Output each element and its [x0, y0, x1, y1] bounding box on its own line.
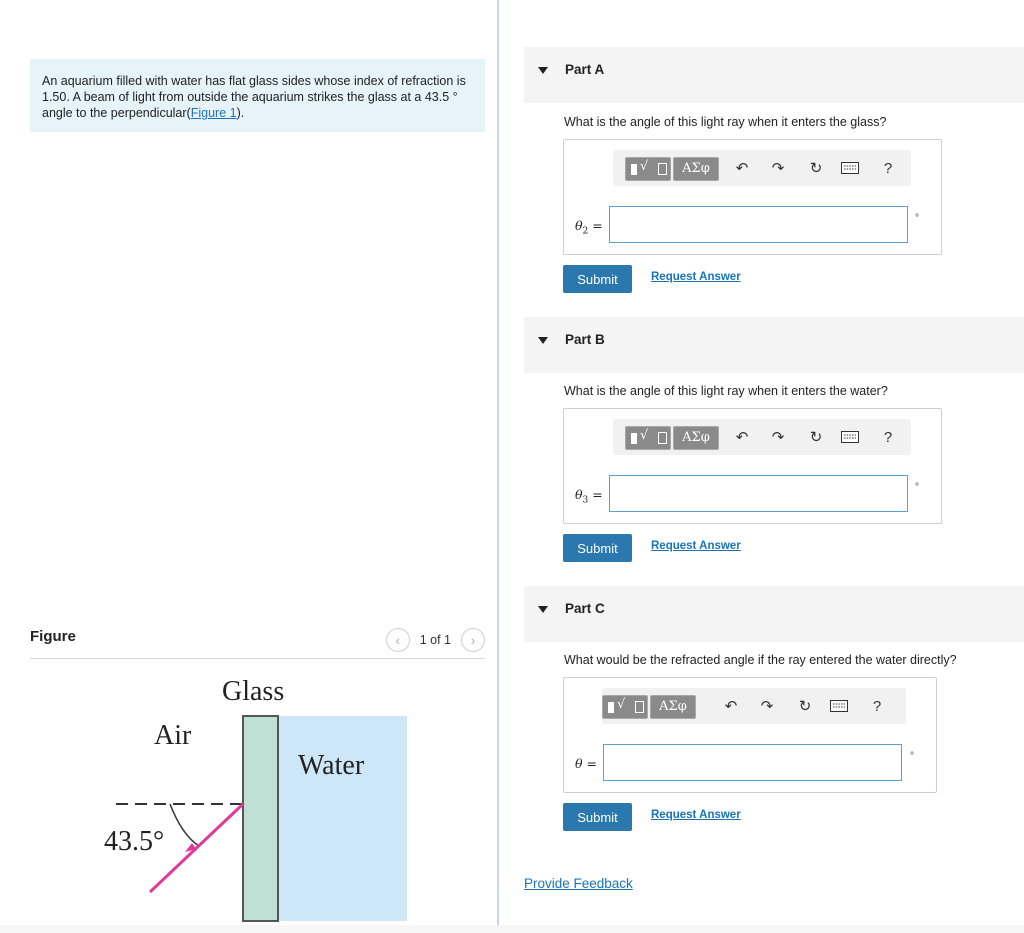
part-c-answer-box: √ ΑΣφ ↶ ↷ ↻ ? θ = °	[563, 677, 937, 793]
part-c-question: What would be the refracted angle if the…	[564, 653, 957, 667]
undo-icon[interactable]: ↶	[722, 697, 740, 715]
caret-down-icon	[538, 337, 548, 344]
part-b-header[interactable]: Part B	[524, 317, 1024, 373]
part-b-submit-button[interactable]: Submit	[563, 534, 632, 562]
help-icon[interactable]: ?	[868, 697, 886, 715]
part-a-unit: °	[915, 213, 919, 224]
air-label: Air	[154, 720, 192, 751]
part-c-var-label: θ =	[575, 756, 597, 771]
chevron-left-icon[interactable]: ‹	[385, 628, 410, 652]
figure-diagram: Glass Air Water 43.5°	[30, 660, 485, 922]
figure-svg: Glass Air Water 43.5°	[104, 676, 407, 922]
water-region	[278, 716, 407, 921]
greek-icon[interactable]: ΑΣφ	[673, 426, 719, 450]
part-a-submit-button[interactable]: Submit	[563, 265, 632, 293]
template-icon[interactable]: √	[625, 157, 671, 181]
help-icon[interactable]: ?	[879, 428, 897, 446]
provide-feedback-link[interactable]: Provide Feedback	[524, 876, 633, 891]
figure-header: Figure ‹ 1 of 1 ›	[30, 625, 485, 659]
redo-icon[interactable]: ↷	[769, 159, 787, 177]
keyboard-icon[interactable]	[841, 159, 859, 177]
part-b-var-label: θ3 =	[575, 487, 603, 506]
part-a-label: Part A	[565, 62, 605, 77]
part-a-var-label: θ2 =	[575, 218, 603, 237]
redo-icon[interactable]: ↷	[769, 428, 787, 446]
greek-icon[interactable]: ΑΣφ	[650, 695, 696, 719]
help-icon[interactable]: ?	[879, 159, 897, 177]
part-a-question: What is the angle of this light ray when…	[564, 115, 887, 129]
part-a-header[interactable]: Part A	[524, 47, 1024, 103]
reset-icon[interactable]: ↻	[807, 428, 825, 446]
math-toolbar: √ ΑΣφ ↶ ↷ ↻ ?	[602, 688, 906, 724]
column-divider	[497, 0, 499, 933]
caret-down-icon	[538, 67, 548, 74]
part-b-answer-box: √ ΑΣφ ↶ ↷ ↻ ? θ3 = °	[563, 408, 942, 524]
undo-icon[interactable]: ↶	[733, 159, 751, 177]
part-b-unit: °	[915, 482, 919, 493]
part-a-answer-box: √ ΑΣφ ↶ ↷ ↻ ? θ2 = °	[563, 139, 942, 255]
problem-text: An aquarium filled with water has flat g…	[42, 74, 466, 120]
pager-text: 1 of 1	[419, 633, 451, 647]
figure-link[interactable]: Figure 1	[191, 106, 237, 120]
glass-pane	[242, 715, 279, 922]
part-c-answer-input[interactable]	[603, 744, 902, 781]
part-b-request-answer-link[interactable]: Request Answer	[651, 540, 741, 552]
water-label: Water	[298, 750, 365, 781]
figure-pager: ‹ 1 of 1 ›	[385, 628, 485, 652]
part-c-unit: °	[910, 751, 914, 762]
bottom-bar	[0, 925, 1024, 933]
part-c-request-answer-link[interactable]: Request Answer	[651, 809, 741, 821]
problem-statement: An aquarium filled with water has flat g…	[30, 59, 485, 132]
angle-label: 43.5°	[104, 826, 164, 857]
reset-icon[interactable]: ↻	[796, 697, 814, 715]
figure-title: Figure	[30, 628, 76, 645]
glass-label: Glass	[222, 676, 284, 707]
greek-icon[interactable]: ΑΣφ	[673, 157, 719, 181]
part-c-submit-button[interactable]: Submit	[563, 803, 632, 831]
redo-icon[interactable]: ↷	[758, 697, 776, 715]
math-toolbar: √ ΑΣφ ↶ ↷ ↻ ?	[613, 150, 911, 186]
part-c-header[interactable]: Part C	[524, 586, 1024, 642]
template-icon[interactable]: √	[625, 426, 671, 450]
undo-icon[interactable]: ↶	[733, 428, 751, 446]
keyboard-icon[interactable]	[830, 697, 848, 715]
part-b-question: What is the angle of this light ray when…	[564, 384, 888, 398]
keyboard-icon[interactable]	[841, 428, 859, 446]
angle-arc	[169, 803, 200, 847]
part-a-request-answer-link[interactable]: Request Answer	[651, 271, 741, 283]
part-b-answer-input[interactable]	[609, 475, 908, 512]
template-icon[interactable]: √	[602, 695, 648, 719]
part-a-answer-input[interactable]	[609, 206, 908, 243]
caret-down-icon	[538, 606, 548, 613]
math-toolbar: √ ΑΣφ ↶ ↷ ↻ ?	[613, 419, 911, 455]
reset-icon[interactable]: ↻	[807, 159, 825, 177]
problem-text-end: ).	[236, 106, 245, 120]
chevron-right-icon[interactable]: ›	[461, 628, 485, 652]
part-c-label: Part C	[565, 601, 605, 616]
part-b-label: Part B	[565, 332, 605, 347]
